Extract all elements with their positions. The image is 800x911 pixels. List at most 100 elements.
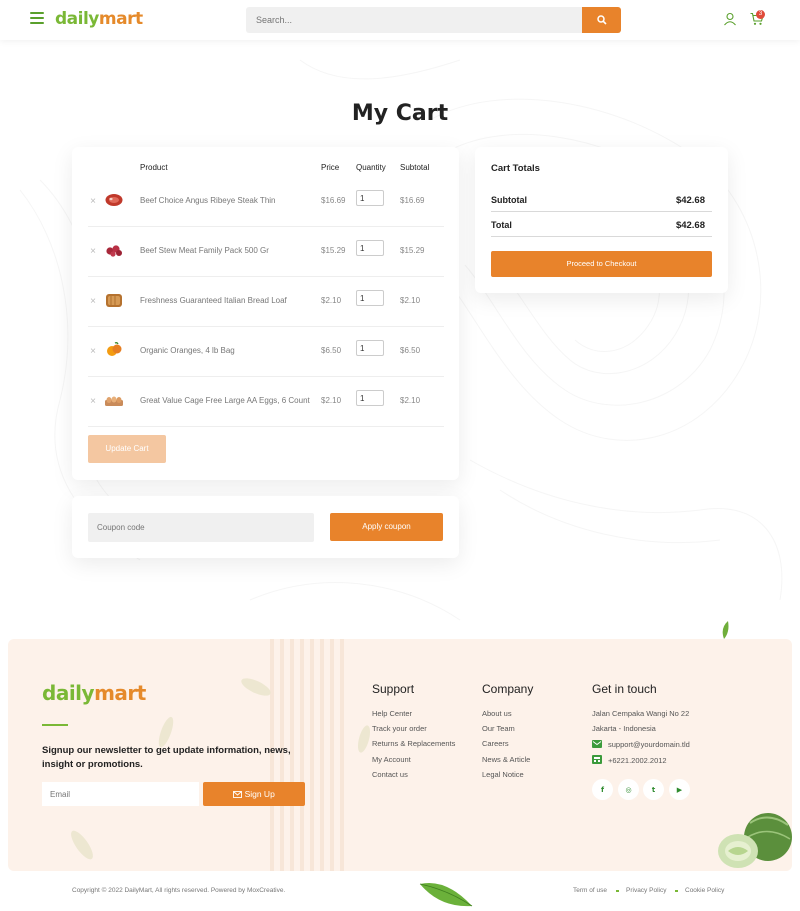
remove-item-icon[interactable]: × — [88, 196, 98, 207]
product-price: $16.69 — [321, 196, 346, 205]
subtotal-value: $42.68 — [675, 195, 705, 206]
footer-link[interactable]: Our Team — [482, 724, 515, 733]
separator-dot — [616, 890, 619, 892]
header-price: Price — [321, 163, 340, 172]
newsletter-text: Signup our newsletter to get update info… — [42, 745, 291, 770]
cart-row: × Great Value Cage Free Large AA Eggs, 6… — [88, 377, 444, 427]
product-name-link[interactable]: Organic Oranges, 4 lb Bag — [140, 346, 235, 355]
copyright-text: Copyright © 2022 DailyMart, All rights r… — [72, 887, 286, 894]
subtotal-label: Subtotal — [491, 195, 527, 205]
divider — [491, 211, 712, 212]
quantity-input[interactable] — [356, 340, 384, 356]
support-title: Support — [372, 682, 415, 696]
product-price: $2.10 — [321, 296, 342, 305]
product-subtotal: $16.69 — [400, 196, 425, 205]
instagram-icon[interactable]: ◎ — [618, 779, 639, 800]
newsletter-email-input[interactable] — [42, 782, 199, 806]
page-title: My Cart — [351, 101, 449, 126]
search-button[interactable] — [582, 7, 621, 33]
contact-title: Get in touch — [592, 682, 657, 696]
product-name-link[interactable]: Beef Choice Angus Ribeye Steak Thin — [140, 196, 276, 205]
logo-underline — [42, 724, 68, 726]
product-subtotal: $15.29 — [400, 246, 425, 255]
remove-item-icon[interactable]: × — [88, 296, 98, 307]
cookie-link[interactable]: Cookie Policy — [685, 887, 724, 894]
address-line: Jakarta - Indonesia — [592, 724, 656, 733]
user-icon[interactable] — [723, 12, 737, 26]
separator-dot — [675, 890, 678, 892]
cart-totals-card: Cart Totals Subtotal $42.68 Total $42.68… — [475, 147, 728, 293]
newsletter-signup-button[interactable]: Sign Up — [203, 782, 305, 806]
search-icon — [596, 15, 607, 25]
bread-icon — [106, 294, 122, 307]
header-subtotal: Subtotal — [400, 163, 430, 172]
total-label: Total — [491, 220, 512, 230]
cart-count-badge: 3 — [756, 10, 765, 19]
coupon-card: Apply coupon — [72, 496, 459, 558]
leaf-decoration-icon — [722, 621, 729, 639]
remove-item-icon[interactable]: × — [88, 346, 98, 357]
cart-totals-title: Cart Totals — [491, 163, 540, 174]
cart-row: × Beef Stew Meat Family Pack 500 Gr $15.… — [88, 227, 444, 277]
remove-item-icon[interactable]: × — [88, 396, 98, 407]
facebook-icon[interactable]: f — [592, 779, 613, 800]
product-subtotal: $2.10 — [400, 396, 421, 405]
footer-link[interactable]: Legal Notice — [482, 770, 524, 779]
update-cart-button[interactable]: Update Cart — [88, 435, 166, 463]
header-product: Product — [140, 163, 168, 172]
terms-link[interactable]: Term of use — [573, 887, 607, 894]
search-input[interactable] — [246, 7, 582, 33]
footer-link[interactable]: Contact us — [372, 770, 408, 779]
cart-row: × Beef Choice Angus Ribeye Steak Thin $1… — [88, 177, 444, 227]
product-name-link[interactable]: Great Value Cage Free Large AA Eggs, 6 C… — [140, 396, 310, 405]
cabbage-illustration — [718, 813, 792, 868]
header-quantity: Quantity — [356, 163, 386, 172]
footer-link[interactable]: Help Center — [372, 709, 412, 718]
address-line: Jalan Cempaka Wangi No 22 — [592, 709, 690, 718]
footer-link[interactable]: About us — [482, 709, 512, 718]
leaf-decoration-icon — [419, 882, 473, 907]
remove-item-icon[interactable]: × — [88, 246, 98, 257]
footer-link[interactable]: News & Article — [482, 755, 530, 764]
total-value: $42.68 — [675, 220, 705, 231]
footer-logo[interactable]: dailymart — [42, 681, 146, 705]
footer-link[interactable]: Returns & Replacements — [372, 739, 455, 748]
product-price: $15.29 — [321, 246, 346, 255]
contact-email[interactable]: support@yourdomain.tld — [608, 740, 690, 749]
product-name-link[interactable]: Freshness Guaranteed Italian Bread Loaf — [140, 296, 287, 305]
company-title: Company — [482, 682, 534, 696]
product-subtotal: $2.10 — [400, 296, 421, 305]
eggs-icon — [105, 396, 123, 406]
privacy-link[interactable]: Privacy Policy — [626, 887, 666, 894]
footer-link[interactable]: My Account — [372, 755, 411, 764]
cart-table-card: Product Price Quantity Subtotal × Beef C… — [72, 147, 459, 480]
quantity-input[interactable] — [356, 240, 384, 256]
quantity-input[interactable] — [356, 390, 384, 406]
envelope-icon — [233, 791, 243, 798]
cart-row: × Organic Oranges, 4 lb Bag $6.50 $6.50 — [88, 327, 444, 377]
product-price: $6.50 — [321, 346, 342, 355]
product-subtotal: $6.50 — [400, 346, 421, 355]
product-price: $2.10 — [321, 396, 342, 405]
hamburger-menu-icon[interactable] — [30, 12, 44, 24]
site-footer: dailymart Signup our newsletter to get u… — [8, 639, 792, 871]
site-logo[interactable]: dailymart — [55, 9, 143, 29]
product-name-link[interactable]: Beef Stew Meat Family Pack 500 Gr — [140, 246, 269, 255]
meat-icon — [106, 245, 122, 257]
phone-icon — [592, 755, 602, 764]
proceed-to-checkout-button[interactable]: Proceed to Checkout — [491, 251, 712, 277]
coupon-code-input[interactable] — [88, 513, 314, 542]
signup-label: Sign Up — [244, 789, 275, 799]
steak-icon — [105, 194, 123, 206]
footer-link[interactable]: Track your order — [372, 724, 427, 733]
footer-link[interactable]: Careers — [482, 739, 509, 748]
quantity-input[interactable] — [356, 190, 384, 206]
site-header: dailymart 3 — [0, 0, 800, 40]
youtube-icon[interactable]: ▶ — [669, 779, 690, 800]
contact-phone[interactable]: +6221.2002.2012 — [608, 756, 667, 765]
quantity-input[interactable] — [356, 290, 384, 306]
oranges-icon — [107, 342, 122, 356]
cart-row: × Freshness Guaranteed Italian Bread Loa… — [88, 277, 444, 327]
apply-coupon-button[interactable]: Apply coupon — [330, 513, 443, 541]
twitter-icon[interactable]: t — [643, 779, 664, 800]
